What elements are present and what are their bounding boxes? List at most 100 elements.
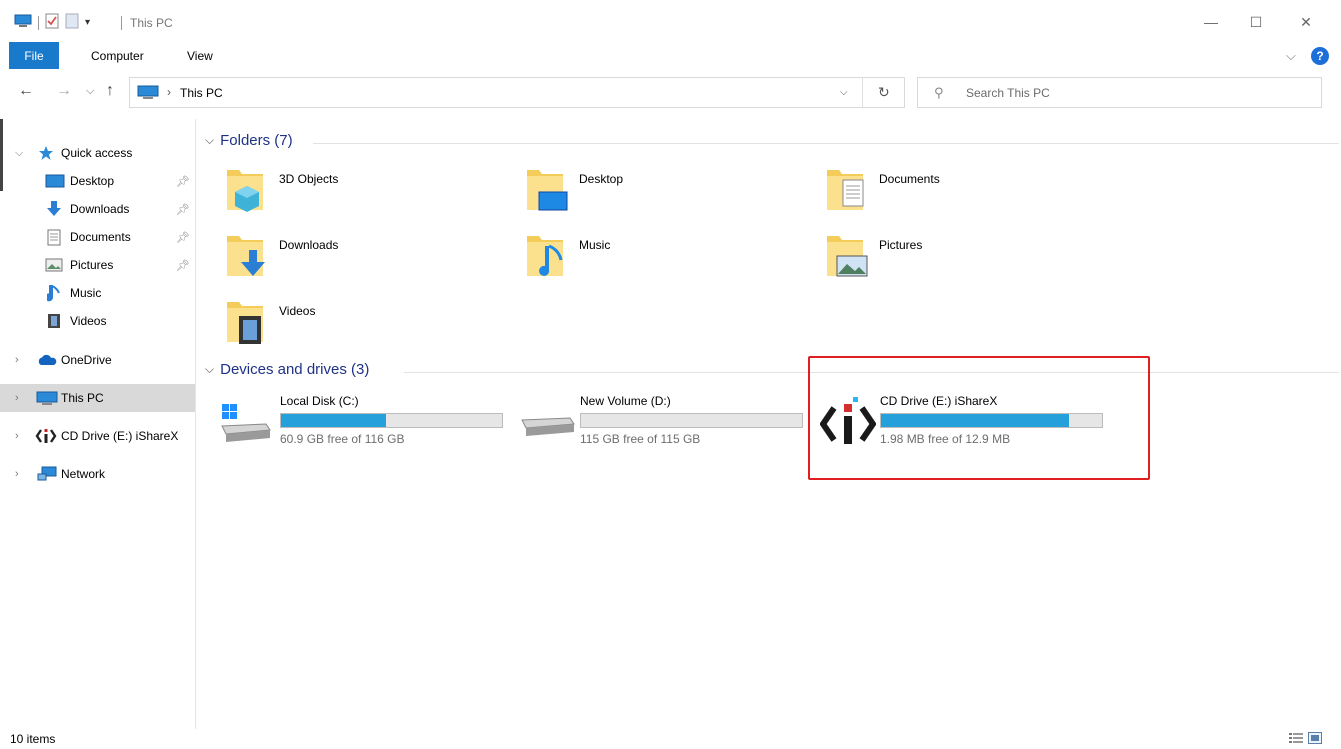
pin-icon[interactable]: 📌︎ bbox=[176, 231, 190, 244]
folder-label: Downloads bbox=[279, 238, 339, 252]
close-button[interactable]: ✕ bbox=[1286, 8, 1326, 36]
drive-usage-bar bbox=[280, 413, 503, 428]
windows-drive-icon bbox=[221, 404, 271, 442]
window-title: This PC bbox=[130, 16, 173, 30]
back-arrow-icon[interactable]: ← bbox=[18, 82, 34, 100]
group-collapse-chevron-icon[interactable]: ⌵ bbox=[205, 362, 214, 377]
desktop-folder-icon bbox=[527, 170, 568, 211]
this-pc-icon bbox=[137, 85, 159, 103]
sidebar-item-onedrive[interactable]: › OneDrive bbox=[0, 346, 195, 374]
drive-local-disk-c[interactable]: Local Disk (C:) 60.9 GB free of 116 GB bbox=[220, 394, 520, 454]
quick-access-toolbar: ▾ bbox=[14, 13, 90, 32]
folder-downloads[interactable]: Downloads bbox=[225, 230, 515, 290]
star-icon bbox=[38, 145, 54, 161]
documents-icon bbox=[47, 229, 61, 246]
tab-computer[interactable]: Computer bbox=[91, 42, 144, 69]
drive-usage-fill bbox=[281, 414, 386, 427]
tab-file[interactable]: File bbox=[9, 42, 59, 69]
group-title: Devices and drives (3) bbox=[220, 361, 370, 378]
sidebar-item-label: Quick access bbox=[61, 146, 133, 160]
folder-label: Desktop bbox=[579, 172, 624, 186]
folder-documents[interactable]: Documents bbox=[825, 164, 1115, 224]
refresh-icon[interactable]: ↻ bbox=[878, 84, 890, 101]
3d-objects-folder-icon bbox=[227, 170, 263, 212]
help-icon[interactable]: ? bbox=[1311, 47, 1329, 65]
divider bbox=[862, 78, 863, 107]
collapsed-chevron-icon[interactable]: › bbox=[15, 392, 19, 404]
downloads-icon bbox=[45, 200, 63, 218]
sidebar-item-label: This PC bbox=[61, 391, 104, 405]
pictures-folder-icon bbox=[827, 236, 868, 277]
isharex-icon bbox=[35, 428, 57, 444]
sidebar-item-downloads[interactable]: Downloads 📌︎ bbox=[0, 195, 195, 223]
maximize-button[interactable]: ☐ bbox=[1236, 8, 1276, 36]
search-placeholder: Search This PC bbox=[966, 86, 1050, 100]
folder-label: Music bbox=[579, 238, 611, 252]
sidebar-item-cd-drive[interactable]: › CD Drive (E:) iShareX bbox=[0, 422, 195, 450]
group-title: Folders (7) bbox=[220, 132, 293, 149]
address-bar[interactable]: › This PC ⌵ ↻ bbox=[129, 77, 905, 108]
folder-3d-objects[interactable]: 3D Objects bbox=[225, 164, 515, 224]
folder-pictures[interactable]: Pictures bbox=[825, 230, 1115, 290]
folders-group-header[interactable]: ⌵ Folders (7) bbox=[205, 132, 293, 149]
sidebar-item-music[interactable]: Music bbox=[0, 279, 195, 307]
folder-videos[interactable]: Videos bbox=[225, 296, 515, 356]
hard-drive-icon bbox=[521, 417, 575, 436]
customize-toolbar-chevron-icon[interactable]: ▾ bbox=[85, 17, 90, 28]
sidebar-item-this-pc[interactable]: › This PC bbox=[0, 384, 195, 412]
expanded-chevron-icon[interactable]: ⌵ bbox=[15, 147, 23, 160]
up-arrow-icon[interactable]: ↑ bbox=[106, 82, 114, 100]
sidebar-item-label: Network bbox=[61, 467, 106, 481]
pin-icon[interactable]: 📌︎ bbox=[176, 203, 190, 216]
sidebar-item-desktop[interactable]: Desktop 📌︎ bbox=[0, 167, 195, 195]
drive-free-space: 60.9 GB free of 116 GB bbox=[280, 432, 405, 446]
collapsed-chevron-icon[interactable]: › bbox=[15, 468, 19, 480]
collapsed-chevron-icon[interactable]: › bbox=[15, 354, 19, 366]
breadcrumb-chevron-icon[interactable]: › bbox=[167, 85, 171, 99]
folder-music[interactable]: Music bbox=[525, 230, 815, 290]
sidebar-item-quick-access[interactable]: ⌵ Quick access bbox=[0, 139, 195, 167]
folder-label: Videos bbox=[279, 304, 316, 318]
address-dropdown-icon[interactable]: ⌵ bbox=[840, 87, 848, 98]
search-input[interactable]: ⚲ Search This PC bbox=[917, 77, 1322, 108]
details-view-icon[interactable] bbox=[1289, 732, 1303, 747]
folder-label: Documents bbox=[879, 172, 940, 186]
this-pc-icon[interactable] bbox=[14, 14, 32, 31]
group-collapse-chevron-icon[interactable]: ⌵ bbox=[205, 133, 214, 148]
sidebar-item-network[interactable]: › Network bbox=[0, 460, 195, 488]
sidebar-item-label: Desktop bbox=[70, 174, 115, 188]
item-count: 10 items bbox=[10, 732, 56, 746]
devices-group-header[interactable]: ⌵ Devices and drives (3) bbox=[205, 361, 369, 378]
pin-icon[interactable]: 📌︎ bbox=[176, 175, 190, 188]
toolbar-separator bbox=[38, 15, 39, 30]
tab-view[interactable]: View bbox=[187, 42, 213, 69]
sidebar-item-pictures[interactable]: Pictures 📌︎ bbox=[0, 251, 195, 279]
videos-folder-icon bbox=[227, 302, 263, 344]
collapsed-chevron-icon[interactable]: › bbox=[15, 430, 19, 442]
desktop-icon bbox=[45, 174, 65, 188]
pin-icon[interactable]: 📌︎ bbox=[176, 259, 190, 272]
sidebar-item-documents[interactable]: Documents 📌︎ bbox=[0, 223, 195, 251]
recent-locations-chevron-icon[interactable]: ⌵ bbox=[86, 85, 94, 98]
expand-ribbon-chevron-icon[interactable]: ⌵ bbox=[1286, 48, 1296, 64]
sidebar-item-label: Documents bbox=[70, 230, 131, 244]
folder-desktop[interactable]: Desktop bbox=[525, 164, 815, 224]
drive-new-volume-d[interactable]: New Volume (D:) 115 GB free of 115 GB bbox=[520, 394, 820, 454]
drive-label: New Volume (D:) bbox=[580, 394, 671, 408]
downloads-folder-icon bbox=[227, 236, 265, 276]
forward-arrow-icon[interactable]: → bbox=[56, 82, 72, 100]
folder-label: Pictures bbox=[879, 238, 923, 252]
music-folder-icon bbox=[527, 236, 563, 276]
onedrive-icon bbox=[36, 354, 58, 366]
breadcrumb[interactable]: This PC bbox=[180, 86, 223, 100]
sidebar-item-label: Downloads bbox=[70, 202, 130, 216]
sidebar-item-videos[interactable]: Videos bbox=[0, 307, 195, 335]
drive-free-space: 115 GB free of 115 GB bbox=[580, 432, 701, 446]
navigation-pane: ⌵ Quick access Desktop 📌︎ Downloads 📌︎ D… bbox=[0, 119, 196, 729]
large-icons-view-icon[interactable] bbox=[1308, 732, 1322, 747]
properties-icon[interactable] bbox=[45, 13, 59, 32]
selection-highlight-box bbox=[808, 356, 1150, 480]
sidebar-item-label: Music bbox=[70, 286, 102, 300]
minimize-button[interactable]: — bbox=[1191, 8, 1231, 36]
new-folder-icon[interactable] bbox=[65, 13, 79, 32]
